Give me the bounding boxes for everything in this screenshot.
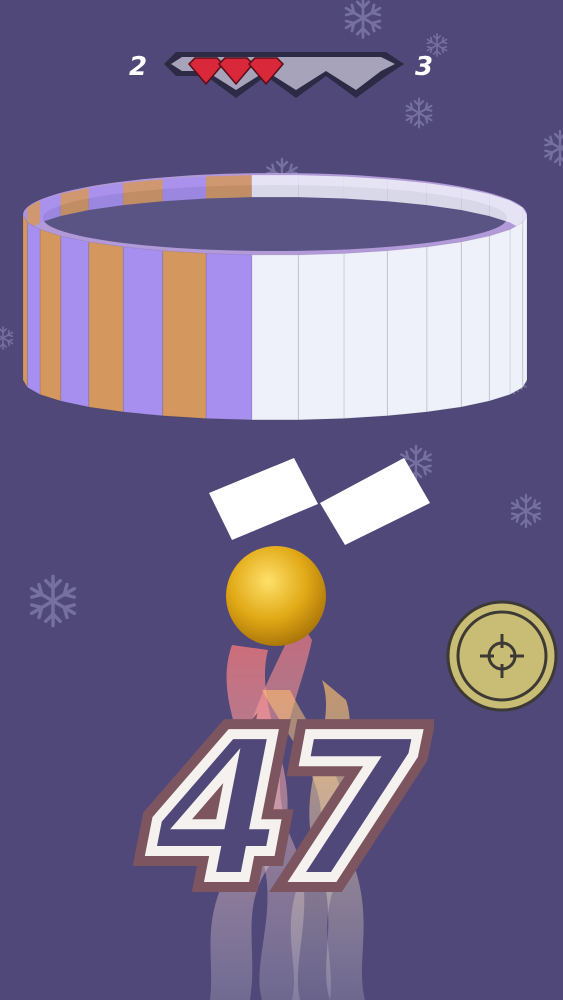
ring-panel [488,228,511,402]
ring-panel [460,235,490,408]
ring-panel [88,241,124,413]
ball [226,546,326,646]
next-level-label: 3 [414,52,434,82]
snowflake-icon [28,576,78,625]
ring-panel [122,246,164,417]
ring-panel-back [387,179,427,206]
ring-panel [39,228,62,402]
level-progress-bar [164,52,404,98]
ring-panel [386,246,428,417]
ring-panel [522,213,528,390]
ring-panel [251,254,299,421]
snowflake-icon [404,99,433,128]
ring-panel-back [251,175,299,198]
score-counter: 47 [146,696,423,924]
ring-panel [297,252,345,421]
ring-panel-back [343,176,388,202]
aim-button[interactable] [446,600,558,712]
snowflake-icon [343,0,383,38]
ring-panel-back [123,179,163,206]
ring-panel-back [162,176,207,202]
snowflake-icon [543,131,563,165]
ring-panel-back [206,175,252,199]
ring-panel [205,252,253,421]
ring-panel [343,250,388,420]
ring-panel [22,213,28,390]
ring-panel [60,235,90,408]
snowflake-icon [510,495,543,527]
ring-panel [162,250,207,420]
ring-panel [26,221,41,396]
ring-panel-back [298,175,344,199]
falling-tiles [209,458,430,545]
ring-panel [426,241,462,413]
current-level-label: 2 [128,52,148,82]
tower-ring [22,173,528,421]
ring-panel [509,221,524,396]
snowflake-icon [0,327,14,349]
